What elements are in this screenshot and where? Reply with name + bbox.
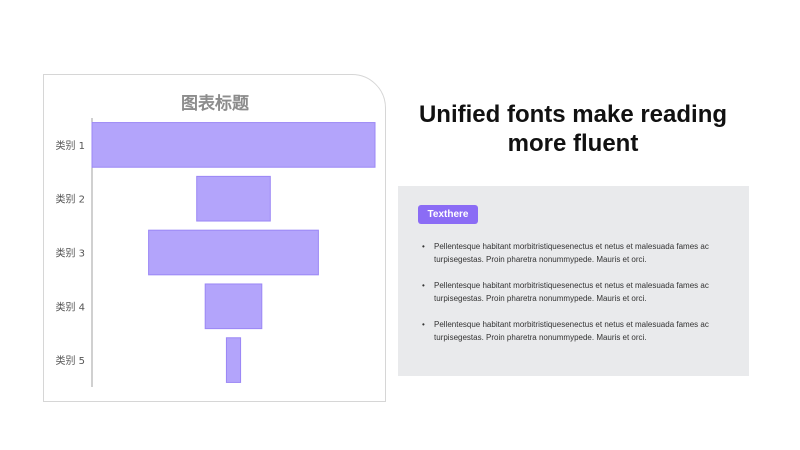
funnel-bar	[225, 337, 242, 383]
funnel-bar	[91, 122, 376, 168]
bullet-dot-icon: •	[422, 281, 425, 290]
funnel-bar	[204, 283, 263, 330]
category-label: 类别 5	[55, 354, 85, 367]
chart-title: 图表标题	[181, 93, 250, 114]
chart-card: 图表标题类别 1 类别 2 类别 3 类别 4 类别 5	[43, 74, 386, 402]
funnel-bar	[148, 229, 319, 276]
bullet-text: Pellentesque habitant morbitristiquesene…	[434, 242, 709, 264]
funnel-chart: 图表标题类别 1 类别 2 类别 3 类别 4 类别 5	[55, 93, 376, 387]
category-label: 类别 1	[55, 139, 85, 152]
category-label: 类别 4	[55, 300, 85, 313]
info-panel: Texthere • Pellentesque habitant morbitr…	[398, 186, 749, 376]
bullet-item: • Pellentesque habitant morbitristiquese…	[422, 280, 722, 305]
category-label: 类别 2	[55, 193, 85, 206]
bullet-dot-icon: •	[422, 320, 425, 329]
bullet-text: Pellentesque habitant morbitristiquesene…	[434, 281, 709, 303]
panel-tag: Texthere	[418, 205, 478, 224]
slide-headline: Unified fonts make reading more fluent	[418, 101, 728, 157]
category-label: 类别 3	[55, 247, 85, 260]
bullet-text: Pellentesque habitant morbitristiquesene…	[434, 320, 709, 342]
bullet-item: • Pellentesque habitant morbitristiquese…	[422, 241, 722, 266]
bullet-list: • Pellentesque habitant morbitristiquese…	[422, 241, 722, 358]
bullet-item: • Pellentesque habitant morbitristiquese…	[422, 319, 722, 344]
bullet-dot-icon: •	[422, 242, 425, 251]
funnel-bar	[196, 175, 271, 222]
